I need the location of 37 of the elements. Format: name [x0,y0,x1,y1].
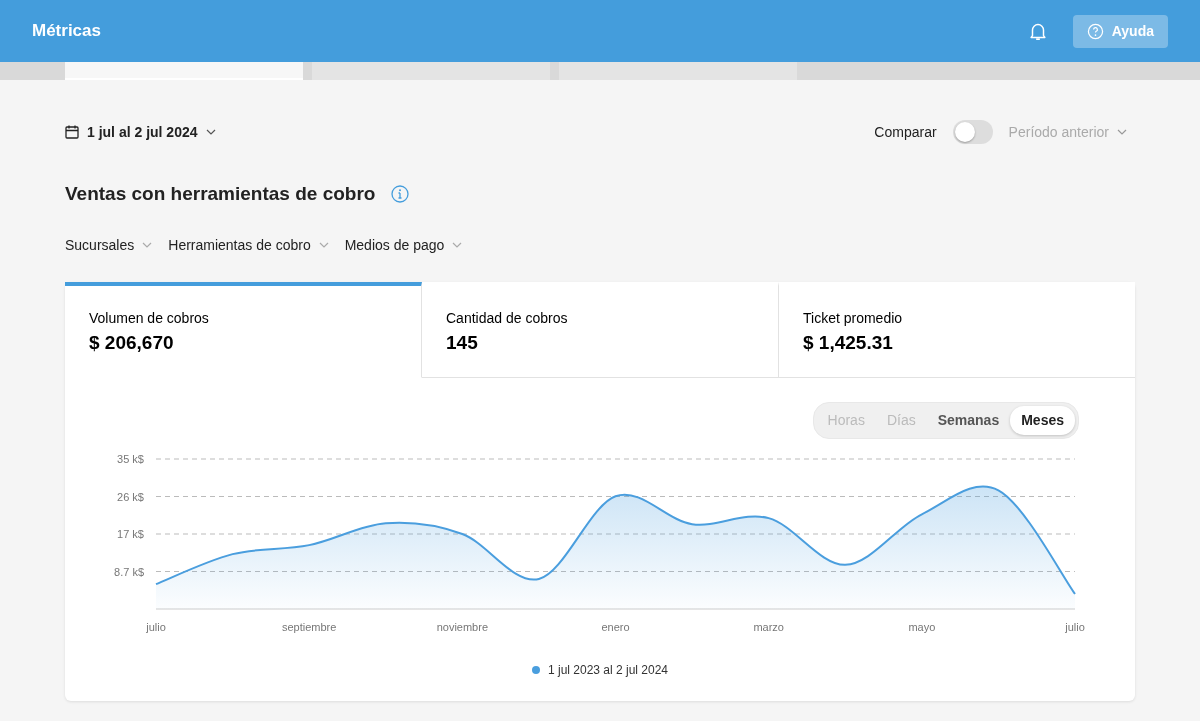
compare-label: Comparar [874,122,937,142]
calendar-icon [65,125,79,139]
metric-tab[interactable]: Cantidad de cobros 145 [422,281,779,378]
blank-tab[interactable] [312,62,550,80]
metric-tab[interactable]: Ticket promedio $ 1,425.31 [779,281,1135,378]
filter-dropdown[interactable]: Sucursales [65,234,153,256]
x-axis-label: septiembre [281,621,337,633]
legend-dot [531,666,540,674]
question-icon [1086,22,1104,40]
chevron-down-icon [205,129,216,135]
blank-tab[interactable] [65,62,303,80]
x-axis-label: marzo [753,621,784,633]
date-range-dropdown[interactable]: 1 jul al 2 jul 2024 [65,121,216,143]
chevron-down-icon [1117,129,1127,135]
y-axis-label: 8.7 k$ [114,565,144,578]
y-axis-label: 17 k$ [117,528,144,540]
metric-tab[interactable]: Volumen de cobros $ 206,670 [65,281,422,378]
x-axis-label: julio [146,621,166,633]
info-icon[interactable] [391,185,410,204]
y-axis-label: 26 k$ [117,490,144,503]
granularity-option[interactable]: Meses [1010,406,1075,435]
y-axis-label: 35 k$ [117,453,144,465]
granularity-option[interactable]: Semanas [926,406,1011,435]
filter-dropdown[interactable]: Medios de pago [344,234,463,256]
page-title: Métricas [32,20,101,43]
x-axis-label: enero [601,621,630,633]
chevron-down-icon [318,242,329,248]
x-axis-label: noviembre [436,621,488,633]
blank-tab[interactable] [559,62,797,80]
chevron-down-icon [142,242,153,248]
x-axis-label: mayo [908,621,936,633]
legend-label: 1 jul 2023 al 2 jul 2024 [547,662,669,679]
filter-dropdown[interactable]: Herramientas de cobro [168,234,329,256]
x-axis-label: julio [1065,621,1085,633]
section-title: Ventas con herramientas de cobro [65,182,376,206]
compare-toggle[interactable] [952,120,993,144]
chevron-down-icon [452,242,463,248]
